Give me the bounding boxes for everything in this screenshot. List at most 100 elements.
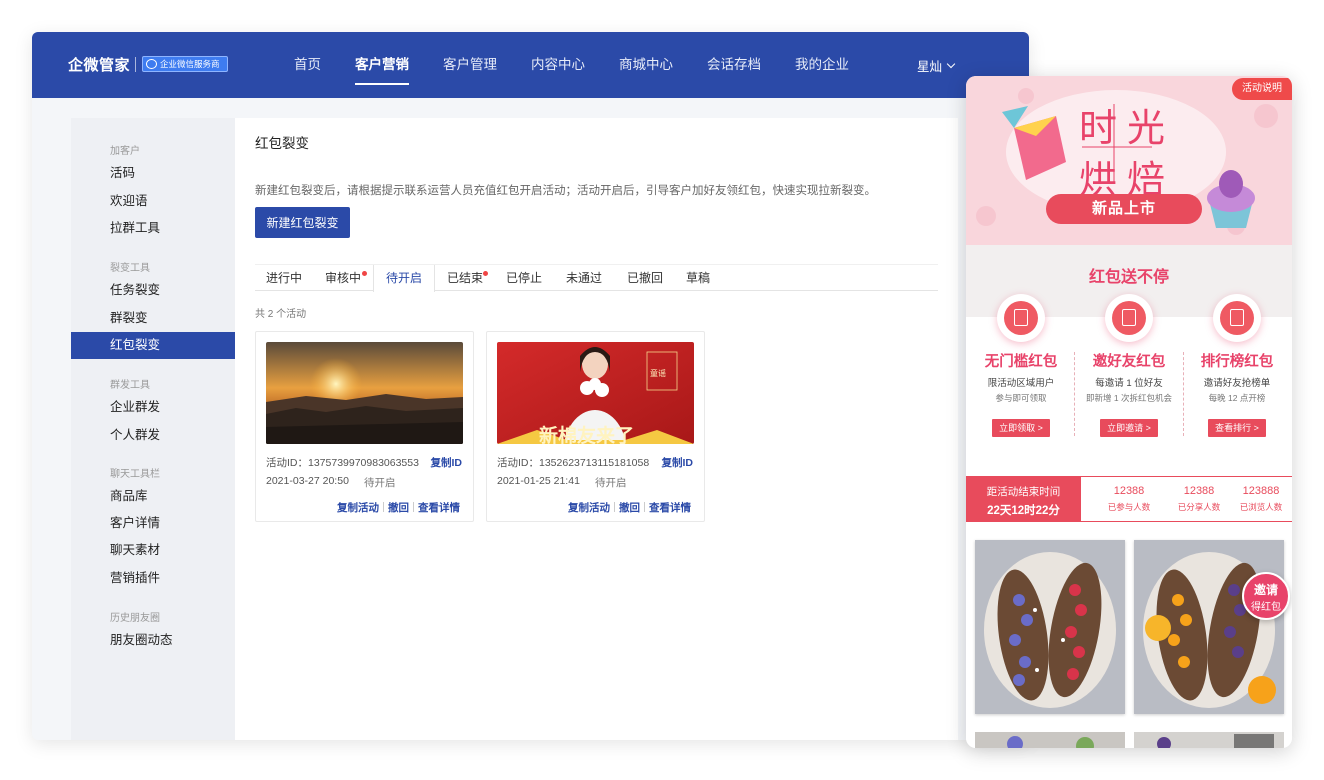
view-details-link[interactable]: 查看详情 [418,502,460,514]
activity-id: 活动ID：1375739970983063553 [266,457,419,469]
promo-banner: 活动说明 时光 烘焙 新品上市 [966,76,1292,245]
main-nav: 首页 客户营销 客户管理 内容中心 商城中心 会话存档 我的企业 [294,32,883,98]
tab-withdrawn[interactable]: 已撤回 [615,265,675,291]
tab-label: 审核中 [324,271,361,285]
activity-status: 待开启 [595,477,627,489]
withdraw-link[interactable]: 撤回 [619,502,640,514]
nav-my-company[interactable]: 我的企业 [795,32,849,98]
claim-now-button[interactable]: 立即领取 > [992,419,1050,437]
tab-pending[interactable]: 待开启 [373,265,435,292]
product-photo [1134,540,1284,714]
nav-customer-marketing[interactable]: 客户营销 [355,32,409,98]
activity-id: 活动ID：1352623713115181058 [497,457,650,469]
invite-now-button[interactable]: 立即邀请 > [1100,419,1158,437]
sidebar-item-customer-details[interactable]: 客户详情 [71,510,235,537]
tab-label: 已结束 [446,271,483,285]
status-tabs: 进行中 审核中 待开启 已结束 已停止 未通过 已撤回 草稿 [255,264,938,292]
tab-draft[interactable]: 草稿 [675,265,721,291]
column-desc: 邀请好友抢榜单 [1203,378,1271,389]
tab-rejected[interactable]: 未通过 [553,265,615,291]
countdown-label: 距活动结束时间 [986,486,1061,498]
banner-subtitle-pill: 新品上市 [1046,194,1202,224]
envelope-glyph [1122,309,1136,326]
no-threshold-red-packet: 无门槛红包 限活动区域用户 参与即可领取 立即领取 > [967,294,1075,437]
sidebar-group-title: 加客户 [110,146,140,157]
activity-thumbnail: 新棉友来了 童谣 [497,342,694,444]
tab-ended[interactable]: 已结束 [435,265,495,291]
content-panel: 红包裂变 新建红包裂变后，请根据提示联系运营人员充值红包开启活动；活动开启后，引… [235,118,958,740]
sidebar-item-personal-broadcast[interactable]: 个人群发 [71,422,235,449]
app-window: 企微管家 企业微信服务商 首页 客户营销 客户管理 内容中心 商城中心 会话存档… [32,32,1029,740]
sidebar-item-red-packet-fission[interactable]: 红包裂变 [71,332,235,359]
sidebar-item-chat-materials[interactable]: 聊天素材 [71,537,235,564]
withdraw-link[interactable]: 撤回 [388,502,409,514]
column-desc: 每邀请 1 位好友 [1095,378,1163,389]
invite-sublabel: 得红包 [1251,602,1281,613]
nav-customer-management[interactable]: 客户管理 [443,32,497,98]
column-note: 每晚 12 点开榜 [1208,393,1266,403]
section-title: 红包送不停 [1088,269,1169,286]
invite-label: 邀请 [1253,583,1278,597]
column-note: 即新增 1 次拆红包机会 [1086,393,1172,403]
stat-label: 已分享人数 [1177,502,1221,512]
sidebar-item-live-code[interactable]: 活码 [71,160,235,187]
card-actions: 复制活动 撤回 查看详情 [568,500,691,515]
stat-views: 123888 已浏览人数 [1226,485,1292,513]
copy-activity-link[interactable]: 复制活动 [337,502,379,514]
tab-stopped[interactable]: 已停止 [495,265,553,291]
red-packet-section: 红包送不停 无门槛红包 限活动区域用户 参与即可领取 立即领取 > 邀好友红包 … [966,245,1292,475]
view-details-link[interactable]: 查看详情 [649,502,691,514]
tab-ongoing[interactable]: 进行中 [255,265,313,291]
activity-card: 新棉友来了 童谣 活动ID：1352623713115181058 复制ID 2… [486,331,705,522]
invite-friend-red-packet: 邀好友红包 每邀请 1 位好友 即新增 1 次拆红包机会 立即邀请 > [1075,294,1183,437]
sidebar-item-moments-feed[interactable]: 朋友圈动态 [71,627,235,654]
sidebar-item-welcome-message[interactable]: 欢迎语 [71,188,235,215]
nav-content-center[interactable]: 内容中心 [531,32,585,98]
sidebar-item-task-fission[interactable]: 任务裂变 [71,277,235,304]
sidebar-item-product-library[interactable]: 商品库 [71,483,235,510]
activity-rules-tag[interactable]: 活动说明 [1232,78,1292,100]
stat-value: 12388 [1113,485,1145,497]
copy-activity-link[interactable]: 复制活动 [568,502,610,514]
sidebar-item-company-broadcast[interactable]: 企业群发 [71,394,235,421]
sidebar-group-title: 裂变工具 [110,263,150,274]
card-actions: 复制活动 撤回 查看详情 [337,500,460,515]
brand-divider [135,57,136,72]
leaderboard-red-packet: 排行榜红包 邀请好友抢榜单 每晚 12 点开榜 查看排行 > [1183,294,1291,437]
sidebar-item-group-tool[interactable]: 拉群工具 [71,215,235,242]
stat-value: 123888 [1242,485,1280,497]
activity-status: 待开启 [364,477,396,489]
nav-home[interactable]: 首页 [294,32,321,98]
activity-date: 2021-01-25 21:41 [497,475,580,487]
activity-card: 活动ID：1375739970983063553 复制ID 2021-03-27… [255,331,474,522]
divider [644,502,645,512]
stat-participants: 12388 已参与人数 [1094,485,1164,513]
envelope-glyph [1230,309,1244,326]
sidebar-item-group-fission[interactable]: 群裂变 [71,305,235,332]
divider [383,502,384,512]
product-photo-grid [966,522,1292,748]
invite-red-packet-button[interactable]: 邀请 得红包 [1242,572,1290,620]
new-red-packet-button[interactable]: 新建红包裂变 [255,207,350,238]
column-divider [1074,352,1075,436]
red-envelope-icon [1213,294,1261,342]
activity-thumbnail [266,342,463,444]
top-navigation-bar: 企微管家 企业微信服务商 首页 客户营销 客户管理 内容中心 商城中心 会话存档… [32,32,1029,98]
sidebar-group-title: 历史朋友圈 [110,613,160,624]
divider [614,502,615,512]
copy-id-link[interactable]: 复制ID [431,455,463,470]
copy-id-link[interactable]: 复制ID [662,455,694,470]
product-photo [1134,732,1284,748]
page-description: 新建红包裂变后，请根据提示联系运营人员充值红包开启活动；活动开启后，引导客户加好… [255,185,876,197]
tab-reviewing[interactable]: 审核中 [313,265,373,291]
service-provider-badge: 企业微信服务商 [142,56,228,72]
user-menu[interactable]: 星灿 [917,56,956,75]
activity-stats-bar: 距活动结束时间 22天12时22分 12388 已参与人数 12388 已分享人… [966,476,1292,522]
view-ranking-button[interactable]: 查看排行 > [1208,419,1266,437]
nav-chat-archive[interactable]: 会话存档 [707,32,761,98]
sidebar: 加客户 活码 欢迎语 拉群工具 裂变工具 任务裂变 群裂变 红包裂变 群发工具 … [71,118,235,740]
banner-title: 时光 [1079,106,1176,150]
nav-mall-center[interactable]: 商城中心 [619,32,673,98]
mobile-preview: 活动说明 时光 烘焙 新品上市 红包送不停 无门槛红包 限活动区域用户 参与即可… [966,76,1292,748]
sidebar-item-marketing-plugins[interactable]: 营销插件 [71,565,235,592]
